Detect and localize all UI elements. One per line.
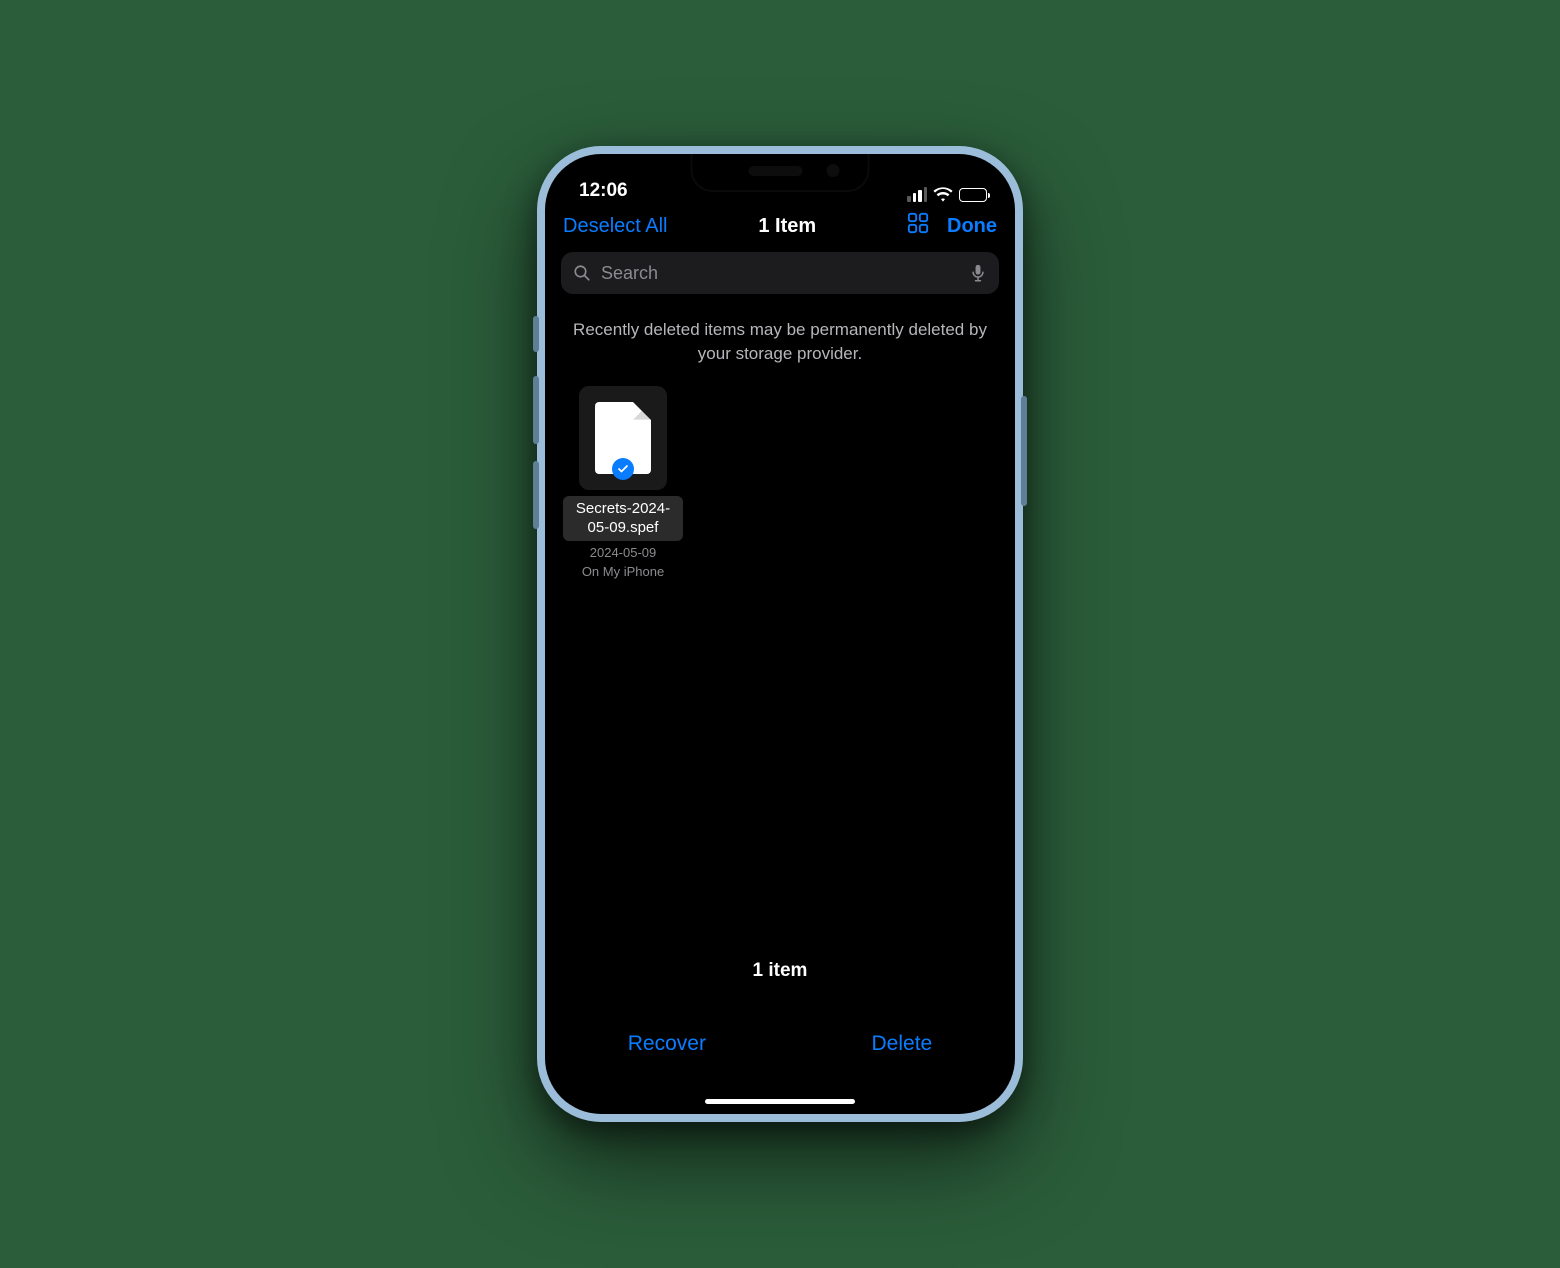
wifi-icon bbox=[933, 187, 953, 202]
item-count: 1 item bbox=[545, 960, 1015, 982]
search-icon bbox=[573, 264, 591, 282]
notice-text: Recently deleted items may be permanentl… bbox=[545, 306, 1015, 384]
selected-checkmark-icon bbox=[612, 458, 634, 480]
file-thumbnail bbox=[579, 386, 667, 490]
volume-up-button bbox=[533, 376, 539, 444]
grid-icon bbox=[907, 212, 929, 234]
bottom-toolbar: Recover Delete bbox=[545, 1014, 1015, 1074]
file-item[interactable]: Secrets-2024-05-09.spef 2024-05-09 On My… bbox=[563, 386, 683, 579]
volume-down-button bbox=[533, 461, 539, 529]
search-bar[interactable] bbox=[561, 252, 999, 294]
navbar-title: 1 Item bbox=[758, 215, 816, 238]
navbar: Deselect All 1 Item Done bbox=[545, 202, 1015, 246]
phone-device: 12:06 Deselect All 1 Item bbox=[537, 146, 1023, 1122]
side-button bbox=[533, 316, 539, 352]
status-time: 12:06 bbox=[579, 180, 628, 202]
view-grid-button[interactable] bbox=[907, 212, 929, 240]
recover-button[interactable]: Recover bbox=[628, 1032, 706, 1056]
power-button bbox=[1021, 396, 1027, 506]
file-location: On My iPhone bbox=[582, 564, 664, 579]
home-indicator[interactable] bbox=[705, 1099, 855, 1104]
battery-icon bbox=[959, 188, 987, 202]
done-button[interactable]: Done bbox=[947, 215, 997, 238]
deselect-all-button[interactable]: Deselect All bbox=[563, 215, 668, 238]
cellular-icon bbox=[907, 187, 927, 202]
notch bbox=[691, 154, 870, 192]
microphone-icon[interactable] bbox=[969, 264, 987, 282]
files-grid: Secrets-2024-05-09.spef 2024-05-09 On My… bbox=[545, 384, 1015, 581]
file-date: 2024-05-09 bbox=[590, 545, 657, 560]
file-name: Secrets-2024-05-09.spef bbox=[563, 496, 683, 541]
phone-screen: 12:06 Deselect All 1 Item bbox=[545, 154, 1015, 1114]
status-right bbox=[907, 187, 987, 202]
delete-button[interactable]: Delete bbox=[872, 1032, 933, 1056]
search-input[interactable] bbox=[599, 262, 961, 285]
